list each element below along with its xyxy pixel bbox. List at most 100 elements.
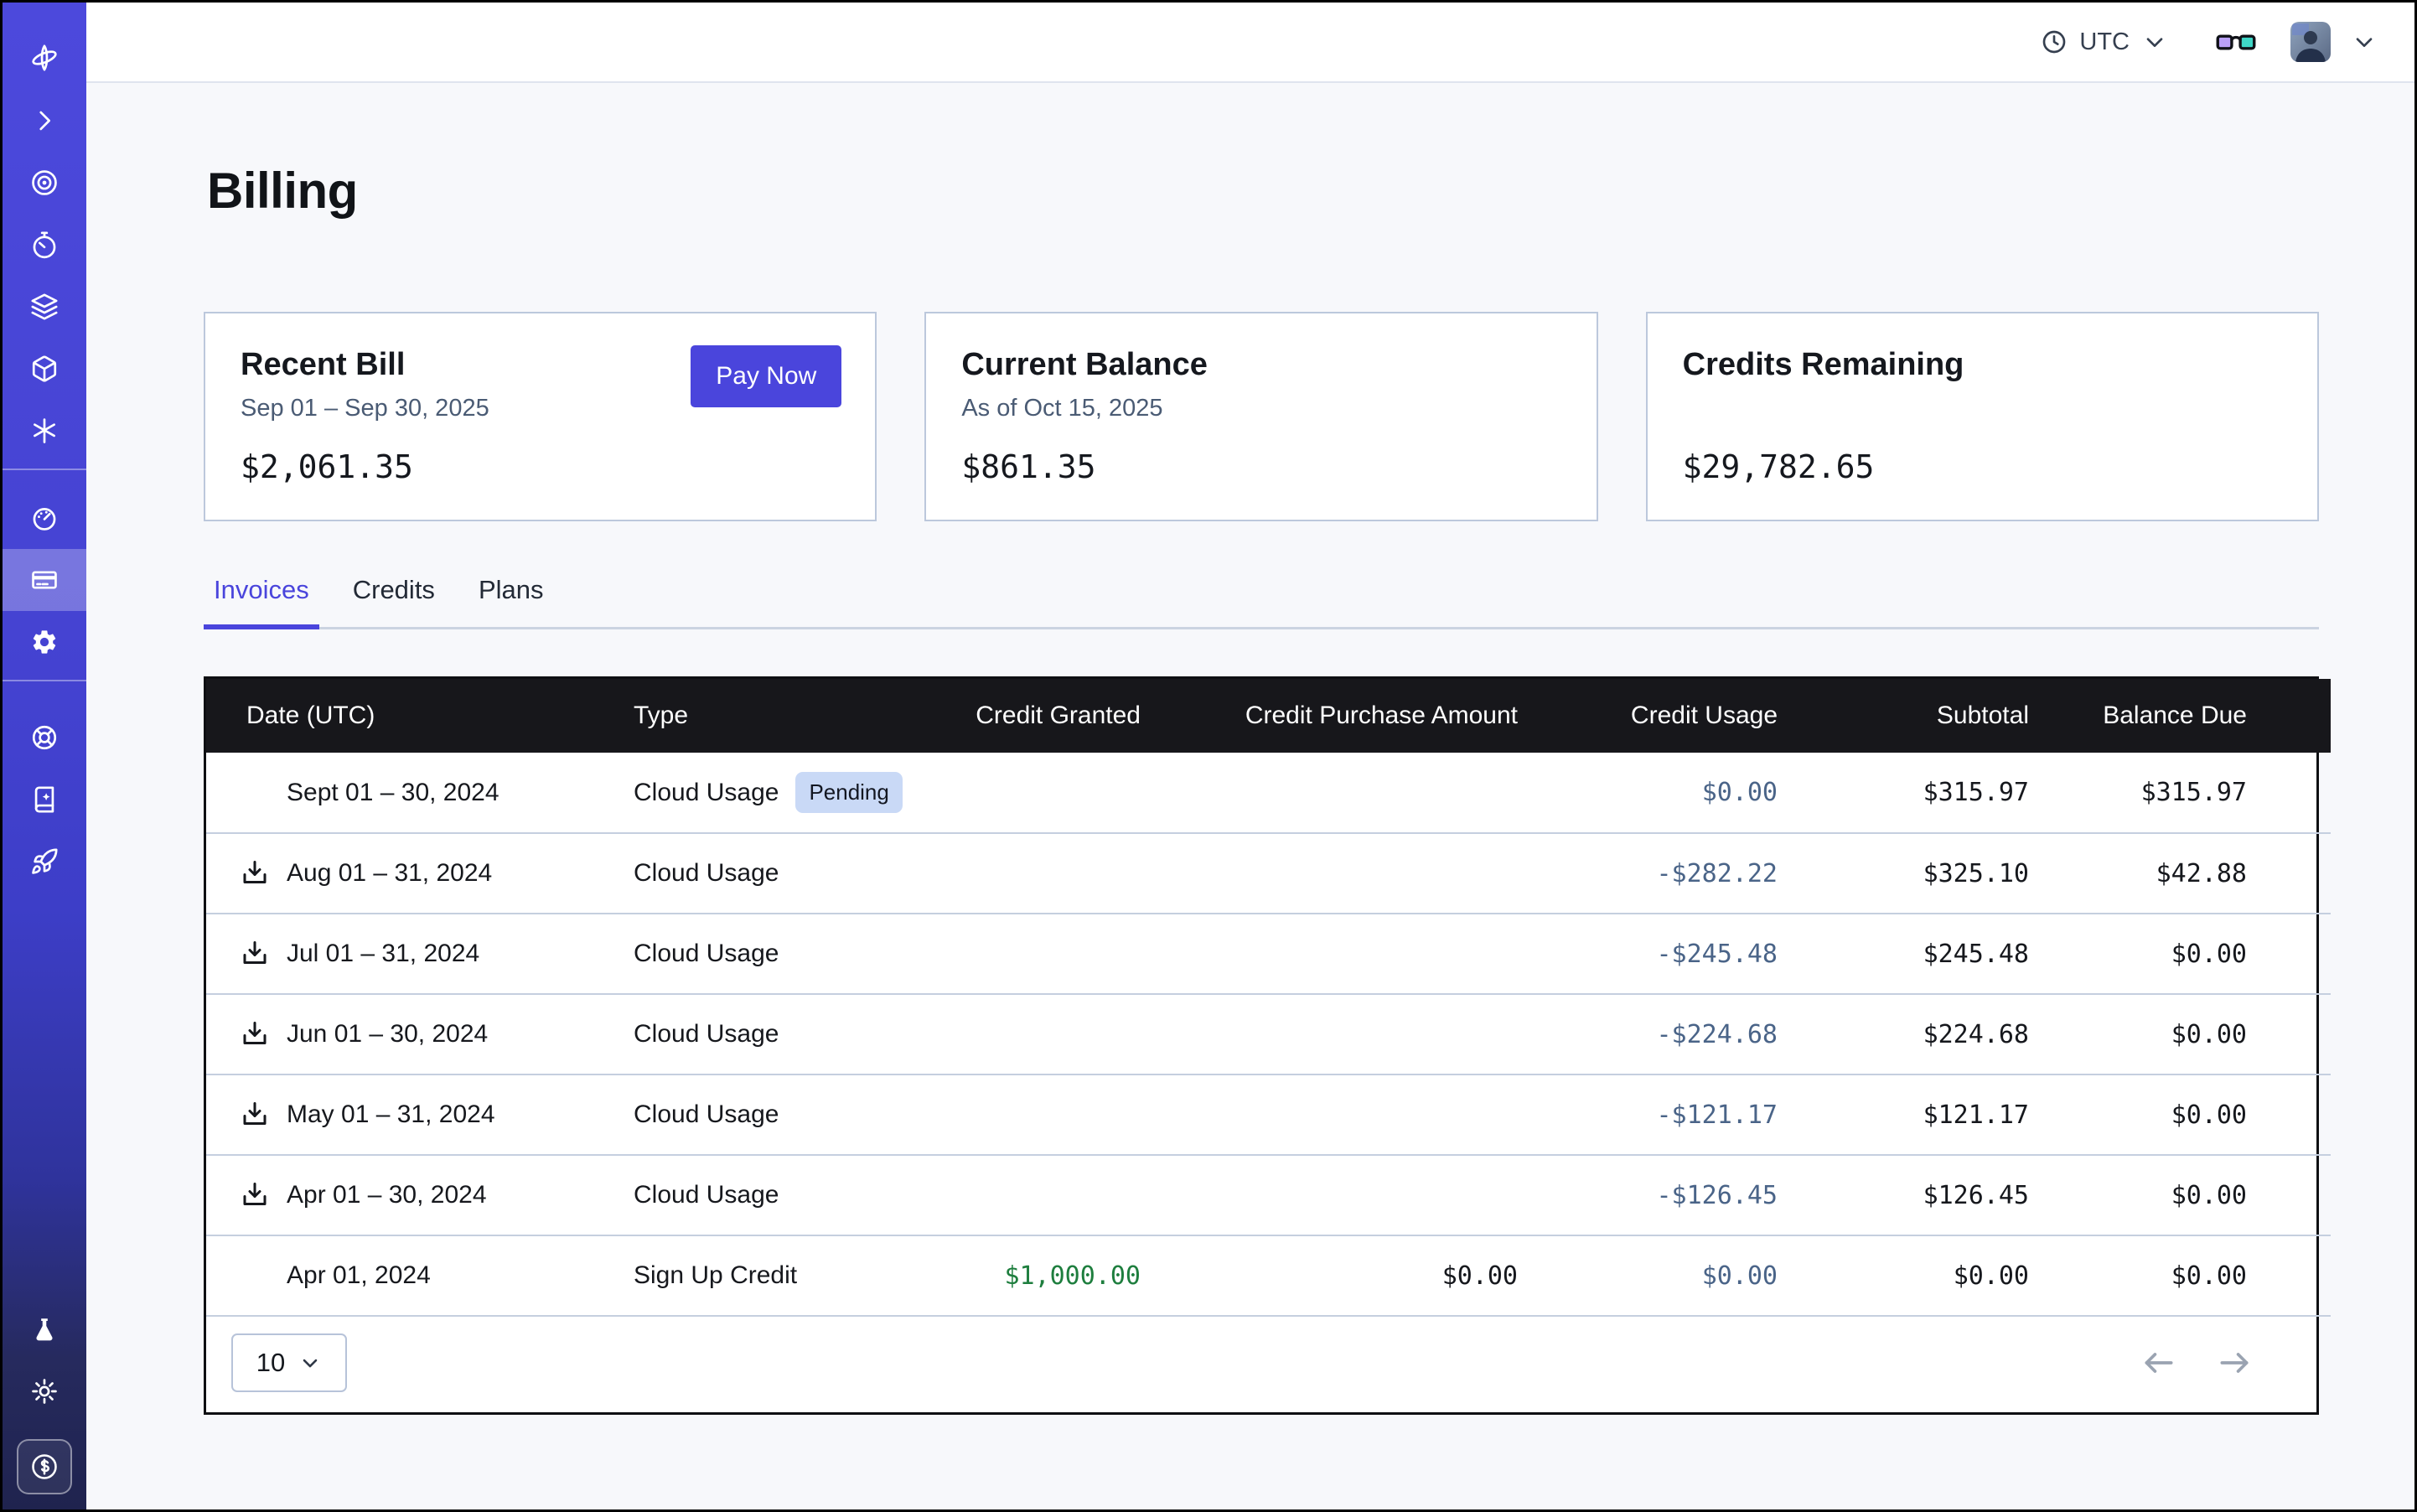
sidebar-divider [3,469,86,470]
layers-icon[interactable] [3,276,86,338]
lifebuoy-support-icon[interactable] [3,707,86,769]
invoice-row: Jul 01 – 31, 2024 Cloud Usage -$245.48 $… [206,914,2331,994]
rocket-icon[interactable] [3,831,86,893]
balance-due-value: $315.97 [2029,753,2331,833]
app-window: UTC [0,0,2417,1512]
arrow-right-icon [2216,1344,2253,1381]
download-icon [240,1180,270,1210]
credit-granted-value [969,914,1141,994]
credit-purchase-value [1141,1074,1518,1155]
chevron-down-icon [2141,28,2168,55]
theme-sun-icon[interactable] [30,1360,59,1422]
balance-due-value: $0.00 [2029,914,2331,994]
credit-usage-value: $0.00 [1518,1235,1778,1316]
balance-due-value: $0.00 [2029,1074,2331,1155]
credit-usage-value: -$126.45 [1518,1155,1778,1235]
glasses-icon[interactable] [2215,28,2257,56]
invoice-row: Sept 01 – 30, 2024 Cloud UsagePending $0… [206,753,2331,833]
download-icon [240,1100,270,1130]
card-title: Credits Remaining [1683,347,2282,383]
docs-book-sparkle-icon[interactable] [3,769,86,831]
column-header: Credit Purchase Amount [1141,679,1518,753]
previous-page-button[interactable] [2140,1344,2177,1381]
cube-icon[interactable] [3,338,86,400]
table-header-row: Date (UTC)TypeCredit GrantedCredit Purch… [206,679,2331,753]
topbar: UTC [86,3,2414,83]
clock-icon [2041,28,2068,55]
credit-granted-value [969,994,1141,1074]
card-subtitle: As of Oct 15, 2025 [961,395,1560,423]
subtotal-value: $325.10 [1778,833,2029,914]
arrow-left-icon [2140,1344,2177,1381]
download-icon [240,939,270,969]
invoice-row: May 01 – 31, 2024 Cloud Usage -$121.17 $… [206,1074,2331,1155]
balance-due-value: $42.88 [2029,833,2331,914]
invoice-date: Apr 01, 2024 [287,1261,431,1290]
invoices-table-container: Date (UTC)TypeCredit GrantedCredit Purch… [204,676,2319,1415]
next-page-button[interactable] [2216,1344,2253,1381]
column-header: Balance Due [2029,679,2331,753]
column-header: Subtotal [1778,679,2029,753]
sidebar-divider [3,680,86,681]
invoice-date: Sept 01 – 30, 2024 [287,779,499,807]
invoice-type: Sign Up Credit [634,1261,797,1289]
page-size-select[interactable]: 10 [231,1333,347,1392]
invoice-date: Aug 01 – 31, 2024 [287,859,492,888]
invoice-type: Cloud Usage [634,779,779,806]
expand-sidebar-chevron-right-icon[interactable] [3,90,86,152]
summary-cards: Recent Bill Sep 01 – Sep 30, 2025 $2,061… [204,312,2319,521]
iris-icon[interactable] [3,152,86,214]
invoice-row: Apr 01 – 30, 2024 Cloud Usage -$126.45 $… [206,1155,2331,1235]
asterisk-icon[interactable] [3,400,86,462]
billing-page: Billing Recent Bill Sep 01 – Sep 30, 202… [86,83,2414,1509]
table-footer: 10 [206,1317,2316,1412]
tab-plans[interactable]: Plans [468,575,554,627]
invoice-date: Apr 01 – 30, 2024 [287,1181,487,1209]
table-body: Sept 01 – 30, 2024 Cloud UsagePending $0… [206,753,2331,1316]
labs-flask-icon[interactable] [30,1298,59,1360]
download-invoice-button[interactable] [240,939,270,969]
tab-invoices[interactable]: Invoices [204,575,319,627]
download-icon [240,1019,270,1049]
download-invoice-button[interactable] [240,1180,270,1210]
credit-granted-value [969,1074,1141,1155]
current-balance-amount: $861.35 [961,448,1560,485]
subtotal-value: $0.00 [1778,1235,2029,1316]
credit-granted-value [969,753,1141,833]
user-avatar[interactable] [2290,22,2331,62]
billing-credit-card-icon[interactable] [3,549,86,611]
pay-now-button[interactable]: Pay Now [691,345,841,407]
pager [2140,1344,2253,1381]
balance-due-value: $0.00 [2029,1235,2331,1316]
column-header: Credit Usage [1518,679,1778,753]
subtotal-value: $245.48 [1778,914,2029,994]
credit-granted-value: $1,000.00 [969,1235,1141,1316]
credit-purchase-value: $0.00 [1141,1235,1518,1316]
credits-dollar-coin-button[interactable] [17,1439,72,1494]
balance-due-value: $0.00 [2029,1155,2331,1235]
download-icon [240,858,270,888]
stopwatch-icon[interactable] [3,214,86,276]
subtotal-value: $315.97 [1778,753,2029,833]
download-invoice-button[interactable] [240,1019,270,1049]
download-invoice-button[interactable] [240,1100,270,1130]
gauge-icon[interactable] [3,487,86,549]
timezone-label: UTC [2079,28,2130,56]
settings-gear-icon[interactable] [3,611,86,673]
credit-usage-value: -$121.17 [1518,1074,1778,1155]
download-invoice-button[interactable] [240,858,270,888]
chevron-down-icon [298,1351,322,1375]
card-title: Current Balance [961,347,1560,383]
timezone-selector[interactable]: UTC [2041,28,2168,56]
invoice-date: May 01 – 31, 2024 [287,1100,495,1129]
column-header: Type [634,679,969,753]
credit-granted-value [969,833,1141,914]
invoice-type: Cloud Usage [634,1181,779,1209]
subtotal-value: $121.17 [1778,1074,2029,1155]
credit-purchase-value [1141,833,1518,914]
credit-purchase-value [1141,1155,1518,1235]
brand-logo-icon[interactable] [3,26,86,90]
invoices-table: Date (UTC)TypeCredit GrantedCredit Purch… [206,679,2331,1317]
tab-credits[interactable]: Credits [343,575,445,627]
account-menu-chevron-down-icon[interactable] [2351,28,2378,55]
